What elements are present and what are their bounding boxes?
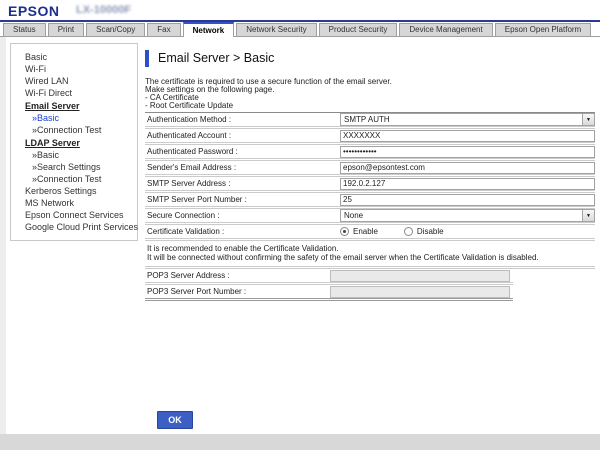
- sidebar-item-ldap-search-settings[interactable]: »Search Settings: [11, 161, 137, 173]
- sidebar-item-ldap-basic[interactable]: »Basic: [11, 149, 137, 161]
- sidebar-item-email-server-connection-test[interactable]: »Connection Test: [11, 124, 137, 136]
- epson-logo: EPSON: [8, 3, 60, 19]
- smtp-port-input[interactable]: [340, 194, 595, 206]
- form-row-authenticated-account: Authenticated Account :: [145, 129, 595, 145]
- field-label: SMTP Server Port Number :: [145, 195, 340, 204]
- field-label: Authentication Method :: [145, 115, 340, 124]
- sidebar-item-basic[interactable]: Basic: [11, 51, 137, 63]
- form-row-certificate-validation: Certificate Validation : Enable Disable: [145, 225, 595, 241]
- field-label: SMTP Server Address :: [145, 179, 340, 188]
- page-title-text: Email Server > Basic: [158, 51, 274, 65]
- sidebar-item-email-server[interactable]: Email Server: [11, 100, 137, 112]
- field-label: Sender's Email Address :: [145, 163, 340, 172]
- printer-model-name: LX-10000F: [76, 4, 131, 16]
- tab-status[interactable]: Status: [3, 23, 46, 36]
- main-content: Email Server > Basic The certificate is …: [145, 43, 595, 301]
- sidebar-item-email-server-basic[interactable]: »Basic: [11, 112, 137, 124]
- tab-product-security[interactable]: Product Security: [319, 23, 398, 36]
- sidebar-item-ms-network[interactable]: MS Network: [11, 197, 137, 209]
- sidebar-item-ldap-connection-test[interactable]: »Connection Test: [11, 173, 137, 185]
- pop3-server-address-input[interactable]: [330, 270, 510, 282]
- sidebar-item-epson-connect-services[interactable]: Epson Connect Services: [11, 209, 137, 221]
- sidebar-item-wifi-direct[interactable]: Wi-Fi Direct: [11, 87, 137, 99]
- sidebar: Basic Wi-Fi Wired LAN Wi-Fi Direct Email…: [10, 43, 138, 241]
- certificate-validation-note: It is recommended to enable the Certific…: [145, 241, 595, 269]
- form-row-smtp-port: SMTP Server Port Number :: [145, 193, 595, 209]
- tab-epson-open-platform[interactable]: Epson Open Platform: [495, 23, 591, 36]
- sidebar-item-google-cloud-print-services[interactable]: Google Cloud Print Services: [11, 221, 137, 233]
- page-left-edge: [0, 37, 6, 434]
- chevron-down-icon[interactable]: ▼: [582, 210, 594, 221]
- radio-icon: [404, 227, 413, 236]
- field-label: Certificate Validation :: [145, 227, 340, 236]
- field-label: POP3 Server Address :: [145, 271, 330, 280]
- radio-label: Disable: [417, 227, 444, 236]
- radio-label: Enable: [353, 227, 378, 236]
- field-label: Authenticated Account :: [145, 131, 340, 140]
- page-title: Email Server > Basic: [145, 49, 595, 67]
- authentication-method-value: SMTP AUTH: [344, 115, 390, 124]
- note-line: It will be connected without confirming …: [147, 253, 595, 262]
- sidebar-item-wifi[interactable]: Wi-Fi: [11, 63, 137, 75]
- authenticated-account-input[interactable]: [340, 130, 595, 142]
- tab-print[interactable]: Print: [48, 23, 84, 36]
- radio-icon: [340, 227, 349, 236]
- authentication-method-select[interactable]: SMTP AUTH ▼: [340, 113, 595, 126]
- chevron-down-icon[interactable]: ▼: [582, 114, 594, 125]
- sidebar-item-wired-lan[interactable]: Wired LAN: [11, 75, 137, 87]
- form-row-smtp-server-address: SMTP Server Address :: [145, 177, 595, 193]
- sidebar-item-kerberos-settings[interactable]: Kerberos Settings: [11, 185, 137, 197]
- description-line: - Root Certificate Update: [145, 102, 595, 110]
- note-line: It is recommended to enable the Certific…: [147, 244, 595, 253]
- pop3-port-input[interactable]: [330, 286, 510, 298]
- certificate-validation-enable-radio[interactable]: Enable: [340, 227, 378, 236]
- tab-bar: Status Print Scan/Copy Fax Network Netwo…: [0, 22, 600, 37]
- smtp-server-address-input[interactable]: [340, 178, 595, 190]
- secure-connection-value: None: [344, 211, 363, 220]
- pop3-section: POP3 Server Address : POP3 Server Port N…: [145, 269, 513, 301]
- app-header: EPSON LX-10000F: [0, 0, 600, 20]
- field-label: Secure Connection :: [145, 211, 340, 220]
- form-row-pop3-server-address: POP3 Server Address :: [145, 269, 513, 285]
- senders-email-input[interactable]: [340, 162, 595, 174]
- form-row-pop3-port: POP3 Server Port Number :: [145, 285, 513, 301]
- sidebar-item-ldap-server[interactable]: LDAP Server: [11, 137, 137, 149]
- form-row-secure-connection: Secure Connection : None ▼: [145, 209, 595, 225]
- tab-scan-copy[interactable]: Scan/Copy: [86, 23, 145, 36]
- field-label: Authenticated Password :: [145, 147, 340, 156]
- form-row-authenticated-password: Authenticated Password :: [145, 145, 595, 161]
- tab-network[interactable]: Network: [183, 22, 235, 37]
- field-label: POP3 Server Port Number :: [145, 287, 330, 296]
- description: The certificate is required to use a sec…: [145, 78, 595, 110]
- tab-fax[interactable]: Fax: [147, 23, 180, 36]
- email-server-form: Authentication Method : SMTP AUTH ▼ Auth…: [145, 112, 595, 301]
- secure-connection-select[interactable]: None ▼: [340, 209, 595, 222]
- title-accent-bar: [145, 50, 149, 67]
- tab-network-security[interactable]: Network Security: [236, 23, 316, 36]
- description-line: Make settings on the following page.: [145, 86, 595, 94]
- tab-device-management[interactable]: Device Management: [399, 23, 492, 36]
- ok-button[interactable]: OK: [157, 411, 193, 429]
- page-bottom-edge: [0, 434, 600, 450]
- form-row-authentication-method: Authentication Method : SMTP AUTH ▼: [145, 113, 595, 129]
- authenticated-password-input[interactable]: [340, 146, 595, 158]
- form-row-senders-email: Sender's Email Address :: [145, 161, 595, 177]
- certificate-validation-disable-radio[interactable]: Disable: [404, 227, 444, 236]
